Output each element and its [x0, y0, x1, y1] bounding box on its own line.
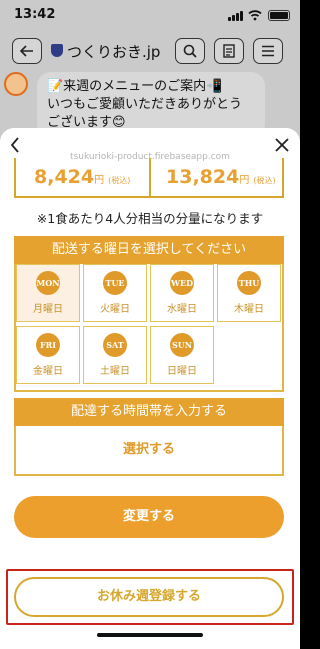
day-section-title: 配送する曜日を選択してください [14, 236, 284, 264]
time-select-button[interactable]: 選択する [14, 426, 284, 476]
day-label: 日曜日 [167, 366, 197, 377]
day-abbr-badge: MON [36, 271, 60, 295]
chat-message-line: 📝来週のメニューのご案内📲 [47, 79, 223, 94]
day-abbr-badge: TUE [103, 271, 127, 295]
day-abbr-badge: WED [170, 271, 194, 295]
site-title: つくりおき.jp [67, 43, 161, 61]
price-amount: 13,824 [166, 166, 240, 188]
day-option-thu[interactable]: THU 木曜日 [217, 264, 281, 322]
status-time: 13:42 [14, 7, 56, 22]
signal-icon [228, 11, 244, 21]
price-amount: 8,424 [34, 166, 95, 188]
holiday-week-register-button[interactable]: お休み週登録する [14, 577, 284, 617]
arrow-left-icon [20, 45, 33, 57]
day-label: 金曜日 [33, 366, 63, 377]
menu-button[interactable] [253, 38, 283, 64]
day-abbr-badge: FRI [36, 333, 60, 357]
change-button[interactable]: 変更する [14, 496, 284, 538]
price-option: 13,824円 (税込) [166, 166, 276, 188]
document-icon [223, 44, 235, 58]
home-indicator [97, 633, 203, 637]
shield-icon [51, 44, 63, 57]
day-option-sat[interactable]: SAT 土曜日 [83, 326, 147, 384]
reader-button[interactable] [214, 38, 244, 64]
day-abbr-badge: SAT [103, 333, 127, 357]
browser-nav-bar: つくりおき.jp [0, 30, 300, 72]
search-button[interactable] [175, 38, 205, 64]
price-unit: 円 [239, 175, 250, 186]
portion-note: ※1食あたり4人分相当の分量になります [36, 211, 264, 226]
modal-sheet: tsukurioki-product.firebaseapp.com 8,424… [0, 128, 300, 649]
divider [149, 158, 151, 196]
search-icon [183, 44, 197, 58]
price-unit: 円 [94, 175, 105, 186]
day-option-tue[interactable]: TUE 火曜日 [83, 264, 147, 322]
day-option-sun[interactable]: SUN 日曜日 [150, 326, 214, 384]
hamburger-menu-icon [262, 45, 274, 57]
tax-note: (税込) [253, 176, 276, 185]
day-label: 土曜日 [100, 366, 130, 377]
price-option: 8,424円 (税込) [34, 166, 130, 188]
day-label: 火曜日 [100, 304, 130, 315]
tax-note: (税込) [108, 176, 131, 185]
battery-icon [268, 10, 290, 21]
day-grid: MON 月曜日 TUE 火曜日 WED 水曜日 THU 木曜日 FRI 金曜日 … [14, 264, 284, 392]
chevron-left-icon [10, 137, 19, 153]
chat-message-line: いつもご愛顧いただきありがとう [47, 97, 243, 112]
plan-prices: 8,424円 (税込) 13,824円 (税込) [14, 158, 284, 198]
day-label: 水曜日 [167, 304, 197, 315]
time-section-title: 配達する時間帯を入力する [14, 398, 284, 426]
day-option-fri[interactable]: FRI 金曜日 [16, 326, 80, 384]
day-label: 月曜日 [33, 304, 63, 315]
day-option-mon[interactable]: MON 月曜日 [16, 264, 80, 322]
close-icon [275, 138, 289, 152]
close-button[interactable] [272, 135, 292, 155]
day-label: 木曜日 [234, 304, 264, 315]
avatar [4, 72, 28, 96]
browser-back-button[interactable] [12, 38, 42, 64]
day-abbr-badge: SUN [170, 333, 194, 357]
day-abbr-badge: THU [237, 271, 261, 295]
day-option-wed[interactable]: WED 水曜日 [150, 264, 214, 322]
wifi-icon [248, 10, 262, 21]
status-bar: 13:42 [0, 0, 300, 30]
